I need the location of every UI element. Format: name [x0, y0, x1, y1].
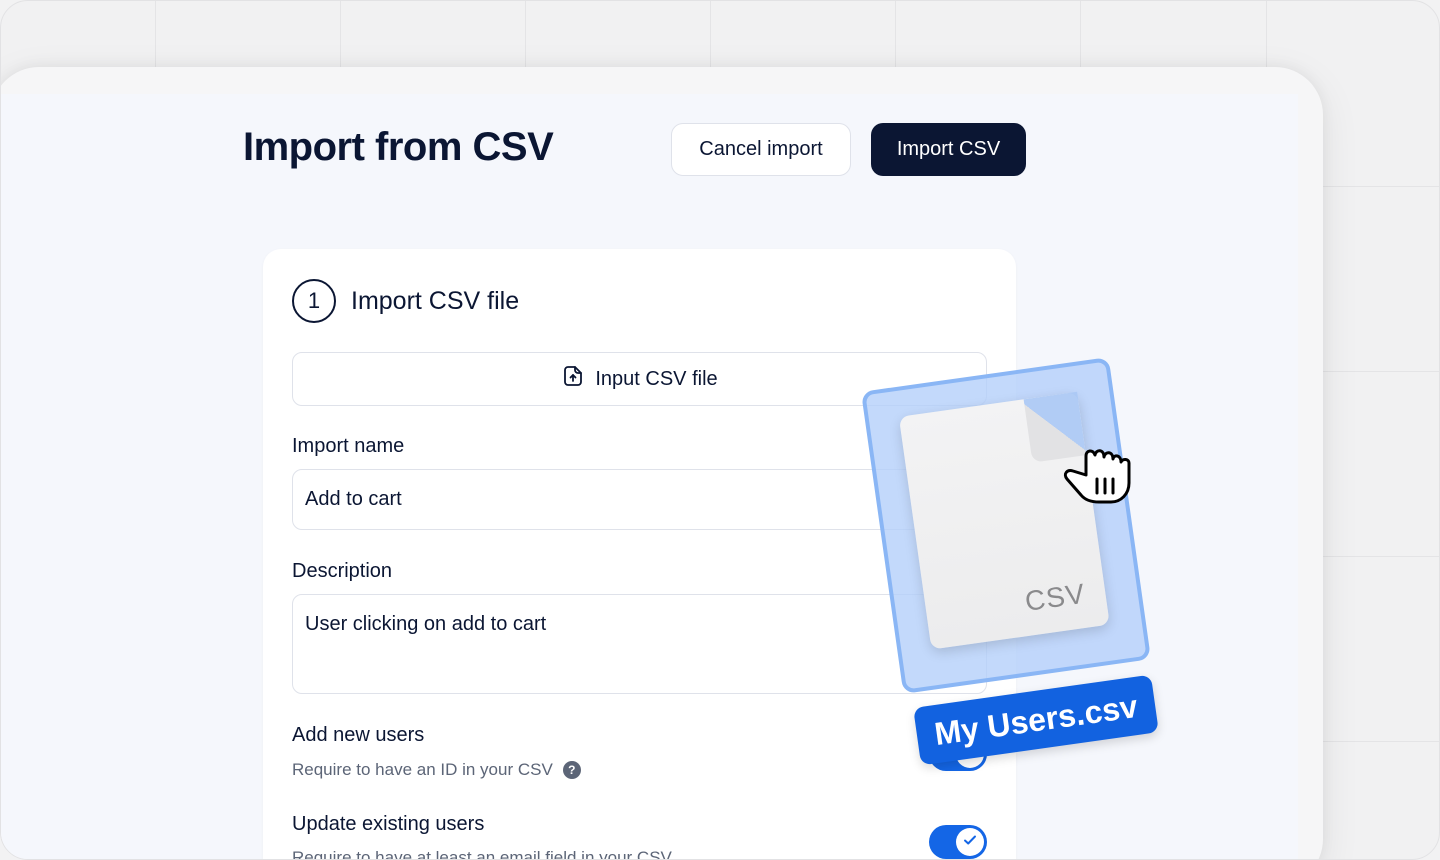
import-name-label: Import name	[292, 435, 405, 457]
cancel-import-button[interactable]: Cancel import	[671, 123, 851, 176]
add-new-users-label: Add new users	[292, 724, 425, 746]
step-title: Import CSV file	[351, 287, 520, 315]
step-number-badge: 1	[292, 279, 336, 323]
csv-document-icon: CSV	[898, 391, 1110, 650]
page-title: Import from CSV	[243, 125, 554, 169]
toggle-knob	[956, 828, 984, 856]
add-new-users-hint-text: Require to have an ID in your CSV	[292, 760, 553, 779]
import-csv-button[interactable]: Import CSV	[871, 123, 1026, 176]
grab-cursor-icon	[1059, 441, 1133, 505]
description-label: Description	[292, 560, 393, 582]
update-existing-users-label: Update existing users	[292, 813, 485, 835]
add-new-users-hint: Require to have an ID in your CSV ?	[292, 760, 581, 780]
check-icon	[962, 832, 978, 853]
description-field[interactable]: User clicking on add to cart	[292, 594, 987, 694]
file-upload-icon	[561, 364, 585, 394]
dragged-file-preview[interactable]: CSV	[860, 357, 1152, 694]
update-existing-users-toggle[interactable]	[929, 825, 987, 859]
document-type-label: CSV	[1023, 577, 1088, 617]
input-csv-file-label: Input CSV file	[595, 367, 718, 390]
background-canvas: Import from CSV Cancel import Import CSV…	[0, 0, 1440, 860]
update-existing-users-hint: Require to have at least an email field …	[292, 848, 672, 860]
help-icon[interactable]: ?	[562, 761, 581, 779]
